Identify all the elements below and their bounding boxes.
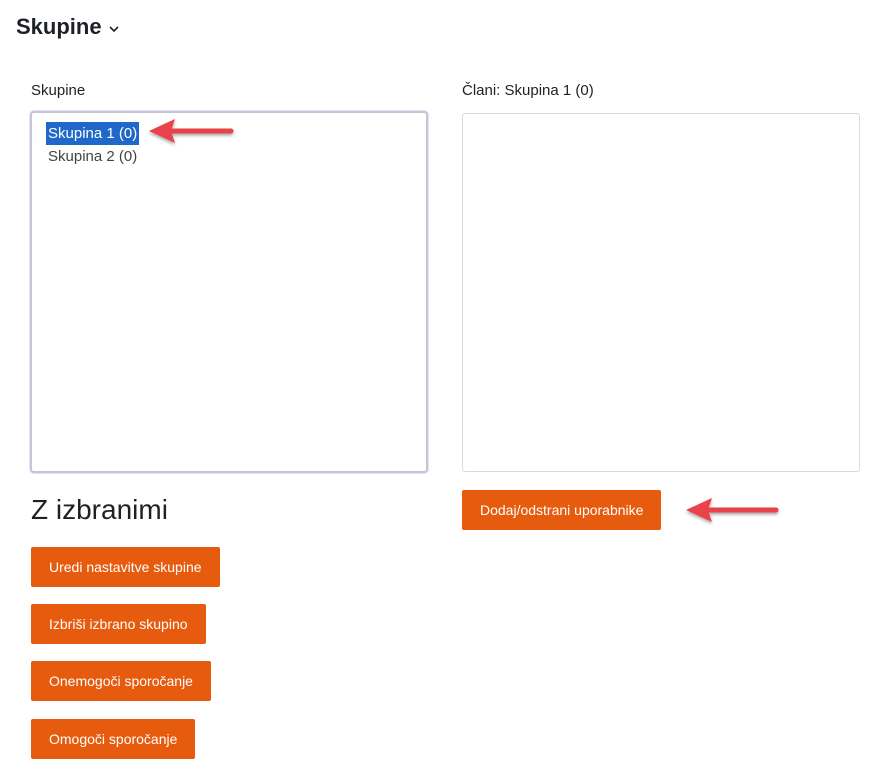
groups-select[interactable]: Skupina 1 (0) Skupina 2 (0) [30, 111, 428, 473]
page-title-dropdown[interactable]: Skupine [16, 14, 120, 40]
edit-group-settings-button[interactable]: Uredi nastavitve skupine [31, 547, 220, 587]
annotation-arrow-icon [686, 498, 779, 522]
delete-group-button[interactable]: Izbriši izbrano skupino [31, 604, 206, 644]
members-select[interactable] [462, 113, 860, 472]
page-title: Skupine [16, 14, 102, 39]
groups-page: Skupine Skupine Skupina 1 (0) Skupina 2 … [0, 0, 878, 775]
groups-label: Skupine [31, 82, 86, 99]
enable-messaging-button[interactable]: Omogoči sporočanje [31, 719, 196, 759]
group-option-skupina-2[interactable]: Skupina 2 (0) [46, 145, 139, 168]
members-label: Člani: Skupina 1 (0) [462, 82, 594, 99]
chevron-down-icon [109, 26, 119, 33]
with-selected-heading: Z izbranimi [31, 494, 168, 525]
group-option-skupina-1[interactable]: Skupina 1 (0) [46, 122, 140, 145]
add-remove-users-button[interactable]: Dodaj/odstrani uporabnike [462, 490, 662, 530]
disable-messaging-button[interactable]: Onemogoči sporočanje [31, 661, 211, 701]
